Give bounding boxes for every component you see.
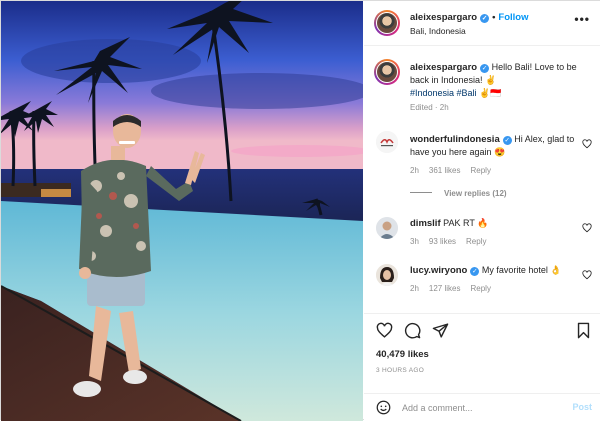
separator-dot: •	[492, 12, 496, 23]
user-avatar-icon	[376, 264, 398, 286]
comment-meta: 2h 127 likes Reply	[410, 284, 501, 293]
comment-age: 3h	[410, 237, 419, 246]
comments-section[interactable]: aleixespargaro ✓ Hello Bali! Love to be b…	[364, 47, 600, 313]
comment-age: 2h	[410, 284, 419, 293]
post-comment-button[interactable]: Post	[572, 402, 592, 412]
comment-bubble-icon[interactable]	[404, 322, 421, 339]
comment-text-block: lucy.wiryono ✓ My favorite hotel 👌	[410, 264, 580, 277]
comment-avatar-lucy-wiryono[interactable]	[376, 264, 398, 286]
comment-like-count[interactable]: 127 likes	[429, 284, 461, 293]
comment-avatar-dimslif[interactable]	[376, 217, 398, 239]
reply-button[interactable]: Reply	[466, 237, 486, 246]
comment-username[interactable]: lucy.wiryono	[410, 265, 467, 276]
comment-text-block: wonderfulindonesia ✓ Hi Alex, glad to hav…	[410, 133, 580, 159]
emoji-smiley-icon[interactable]	[376, 400, 391, 415]
comment-age: 2h	[410, 166, 419, 175]
like-comment-heart-icon[interactable]	[582, 139, 592, 149]
wonderful-indonesia-logo-icon	[376, 131, 398, 153]
comment-text-block: dimslif PAK RT 🔥	[410, 217, 580, 230]
comment-body: My favorite hotel 👌	[481, 265, 562, 275]
view-replies-button[interactable]: View replies (12)	[410, 189, 507, 198]
comment-like-count[interactable]: 93 likes	[429, 237, 456, 246]
post-location[interactable]: Bali, Indonesia	[410, 26, 466, 36]
like-heart-icon[interactable]	[376, 322, 393, 339]
reply-button[interactable]: Reply	[470, 284, 490, 293]
like-count[interactable]: 40,479 likes	[376, 349, 429, 360]
post-action-bar	[364, 313, 600, 345]
verified-badge-icon: ✓	[480, 64, 490, 73]
post-header: aleixespargaro ✓ • Follow Bali, Indonesia •…	[364, 1, 600, 46]
verified-badge-icon: ✓	[480, 14, 490, 23]
post-caption: aleixespargaro ✓ Hello Bali! Love to be b…	[410, 61, 580, 100]
post-photo[interactable]	[1, 1, 363, 421]
view-replies-label[interactable]: View replies (12)	[444, 189, 507, 198]
reply-button[interactable]: Reply	[470, 166, 490, 175]
like-comment-heart-icon[interactable]	[582, 270, 592, 280]
comment-like-count[interactable]: 361 likes	[429, 166, 461, 175]
comment-input[interactable]	[402, 400, 552, 416]
post-details-panel: aleixespargaro ✓ • Follow Bali, Indonesia •…	[364, 1, 600, 421]
bali-pool-photo	[1, 1, 363, 421]
comment-avatar-wonderfulindonesia[interactable]	[376, 131, 398, 153]
verified-badge-icon: ✓	[502, 136, 512, 145]
add-comment-bar: Post	[364, 393, 600, 421]
instagram-post-window: aleixespargaro ✓ • Follow Bali, Indonesia •…	[0, 0, 600, 421]
caption-hashtags[interactable]: #Indonesia #Bali ✌️🇮🇩	[410, 88, 501, 98]
caption-author-avatar[interactable]	[374, 59, 400, 85]
share-paper-plane-icon[interactable]	[432, 322, 449, 339]
comment-username[interactable]: wonderfulindonesia	[410, 134, 500, 145]
follow-button[interactable]: Follow	[498, 12, 528, 23]
like-comment-heart-icon[interactable]	[582, 223, 592, 233]
comment-meta: 3h 93 likes Reply	[410, 237, 496, 246]
author-avatar[interactable]	[374, 10, 400, 36]
more-options-icon[interactable]: •••	[574, 12, 590, 26]
user-avatar-icon	[376, 217, 398, 239]
comment-meta: 2h 361 likes Reply	[410, 166, 501, 175]
author-header-line: aleixespargaro ✓ • Follow	[410, 12, 528, 23]
author-username[interactable]: aleixespargaro	[410, 12, 477, 23]
verified-badge-icon: ✓	[470, 267, 480, 276]
caption-meta: Edited · 2h	[410, 103, 449, 112]
comment-body: PAK RT 🔥	[443, 218, 489, 228]
replies-divider	[410, 192, 432, 193]
post-timestamp: 3 HOURS AGO	[376, 367, 425, 374]
comment-username[interactable]: dimslif	[410, 218, 441, 229]
save-bookmark-icon[interactable]	[575, 322, 592, 339]
caption-username[interactable]: aleixespargaro	[410, 62, 477, 73]
